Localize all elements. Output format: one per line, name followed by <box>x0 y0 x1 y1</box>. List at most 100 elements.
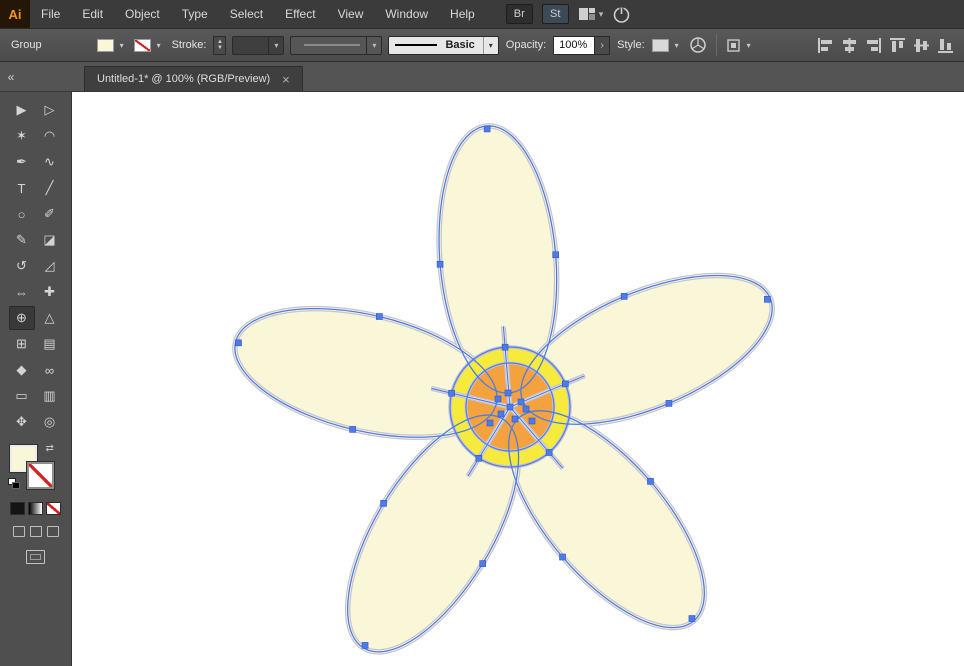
anchor-point[interactable] <box>437 261 443 267</box>
align-left-icon[interactable] <box>817 37 834 54</box>
tool-shape-builder-tool[interactable]: ⊕ <box>9 306 35 330</box>
anchor-point[interactable] <box>350 426 356 432</box>
stock-button[interactable]: St <box>542 4 569 24</box>
collapse-panels-icon[interactable]: « <box>0 62 22 91</box>
tool-type-tool[interactable]: T <box>9 176 35 200</box>
tool-eyedropper-tool[interactable]: ◆ <box>9 358 35 382</box>
tool-zoom-tool[interactable]: ◎ <box>37 410 63 434</box>
menu-effect[interactable]: Effect <box>274 0 326 28</box>
brush-definition-combo[interactable]: Basic ▾ <box>388 36 498 55</box>
workspace-switcher[interactable]: ▾ <box>578 6 604 22</box>
anchor-point[interactable] <box>764 296 770 302</box>
transform-menu-button[interactable]: ▾ <box>726 38 755 53</box>
tool-direct-selection-tool[interactable]: ▷ <box>37 98 63 122</box>
draw-normal-icon[interactable] <box>13 526 25 537</box>
menu-window[interactable]: Window <box>374 0 439 28</box>
anchor-point[interactable] <box>484 126 490 132</box>
align-top-icon[interactable] <box>889 37 906 54</box>
tool-perspective-grid-tool[interactable]: △ <box>37 306 63 330</box>
anchor-point[interactable] <box>647 478 653 484</box>
tool-rotate-tool[interactable]: ↺ <box>9 254 35 278</box>
draw-behind-icon[interactable] <box>30 526 42 537</box>
anchor-point[interactable] <box>560 554 566 560</box>
tool-eraser-tool[interactable]: ◪ <box>37 228 63 252</box>
opacity-dropdown-arrow[interactable]: › <box>595 36 610 55</box>
align-bottom-icon[interactable] <box>937 37 954 54</box>
tool-free-transform-tool[interactable]: ✚ <box>37 280 63 304</box>
opacity-field[interactable]: 100% <box>553 36 595 55</box>
stroke-color-swatch[interactable] <box>27 462 54 489</box>
tool-scale-tool[interactable]: ◿ <box>37 254 63 278</box>
anchor-point[interactable] <box>449 390 455 396</box>
draw-inside-icon[interactable] <box>47 526 59 537</box>
default-fill-stroke-icon[interactable] <box>8 478 21 490</box>
anchor-point[interactable] <box>666 400 672 406</box>
recolor-artwork-icon[interactable] <box>689 36 707 54</box>
menu-help[interactable]: Help <box>439 0 486 28</box>
width-profile-dropdown[interactable]: ▾ <box>290 36 382 55</box>
anchor-point[interactable] <box>381 500 387 506</box>
anchor-point[interactable] <box>512 416 518 422</box>
menu-view[interactable]: View <box>327 0 375 28</box>
tool-ellipse-tool[interactable]: ○ <box>9 202 35 226</box>
stroke-weight-combo[interactable]: ▾ <box>232 36 284 55</box>
tool-selection-tool[interactable]: ▶ <box>9 98 35 122</box>
tool-magic-wand-tool[interactable]: ✶ <box>9 124 35 148</box>
tool-line-segment-tool[interactable]: ╱ <box>37 176 63 200</box>
menu-select[interactable]: Select <box>219 0 274 28</box>
anchor-point[interactable] <box>546 449 552 455</box>
anchor-point[interactable] <box>362 642 368 648</box>
anchor-point[interactable] <box>487 420 493 426</box>
anchor-point[interactable] <box>502 344 508 350</box>
screen-mode-button[interactable] <box>26 550 45 564</box>
align-vertical-center-icon[interactable] <box>913 37 930 54</box>
anchor-point[interactable] <box>562 381 568 387</box>
menu-type[interactable]: Type <box>171 0 219 28</box>
menu-object[interactable]: Object <box>114 0 171 28</box>
gradient-mode-button[interactable] <box>28 502 43 515</box>
document-tab[interactable]: Untitled-1* @ 100% (RGB/Preview) × <box>84 66 303 91</box>
anchor-point[interactable] <box>480 561 486 567</box>
swap-fill-stroke-icon[interactable]: ⇄ <box>46 443 54 454</box>
tool-pencil-tool[interactable]: ✎ <box>9 228 35 252</box>
tool-hand-tool[interactable]: ✥ <box>9 410 35 434</box>
tool-curvature-tool[interactable]: ∿ <box>37 150 63 174</box>
anchor-point[interactable] <box>523 406 529 412</box>
tool-paintbrush-tool[interactable]: ✐ <box>37 202 63 226</box>
anchor-point[interactable] <box>553 252 559 258</box>
none-mode-button[interactable] <box>46 502 61 515</box>
style-dropdown[interactable]: ▾ <box>652 39 683 52</box>
tool-gradient-tool[interactable]: ▤ <box>37 332 63 356</box>
anchor-point[interactable] <box>518 399 524 405</box>
anchor-point[interactable] <box>235 340 241 346</box>
color-mode-button[interactable] <box>10 502 25 515</box>
stroke-weight-stepper[interactable]: ▲▼ <box>213 36 226 55</box>
tool-column-graph-tool[interactable]: ▥ <box>37 384 63 408</box>
power-icon[interactable] <box>612 5 631 24</box>
anchor-point[interactable] <box>376 314 382 320</box>
anchor-point[interactable] <box>689 616 695 622</box>
anchor-point[interactable] <box>498 411 504 417</box>
tool-blend-tool[interactable]: ∞ <box>37 358 63 382</box>
anchor-point[interactable] <box>495 396 501 402</box>
tool-artboard-tool[interactable]: ▭ <box>9 384 35 408</box>
illustrator-logo[interactable]: Ai <box>0 0 30 28</box>
anchor-point[interactable] <box>476 455 482 461</box>
stroke-color-dropdown[interactable]: ▾ <box>134 39 165 52</box>
tool-mesh-tool[interactable]: ⊞ <box>9 332 35 356</box>
menu-edit[interactable]: Edit <box>71 0 114 28</box>
align-right-icon[interactable] <box>865 37 882 54</box>
fill-color-dropdown[interactable]: ▾ <box>97 39 128 52</box>
align-horizontal-center-icon[interactable] <box>841 37 858 54</box>
anchor-point[interactable] <box>621 293 627 299</box>
bridge-button[interactable]: Br <box>506 4 533 24</box>
tool-pen-tool[interactable]: ✒ <box>9 150 35 174</box>
anchor-point[interactable] <box>529 418 535 424</box>
anchor-point[interactable] <box>507 404 513 410</box>
canvas[interactable] <box>72 92 964 666</box>
tool-width-tool[interactable]: ⇔ <box>9 280 35 304</box>
tab-close-icon[interactable]: × <box>282 73 290 86</box>
tool-lasso-tool[interactable]: ◠ <box>37 124 63 148</box>
menu-file[interactable]: File <box>30 0 71 28</box>
anchor-point[interactable] <box>505 390 511 396</box>
